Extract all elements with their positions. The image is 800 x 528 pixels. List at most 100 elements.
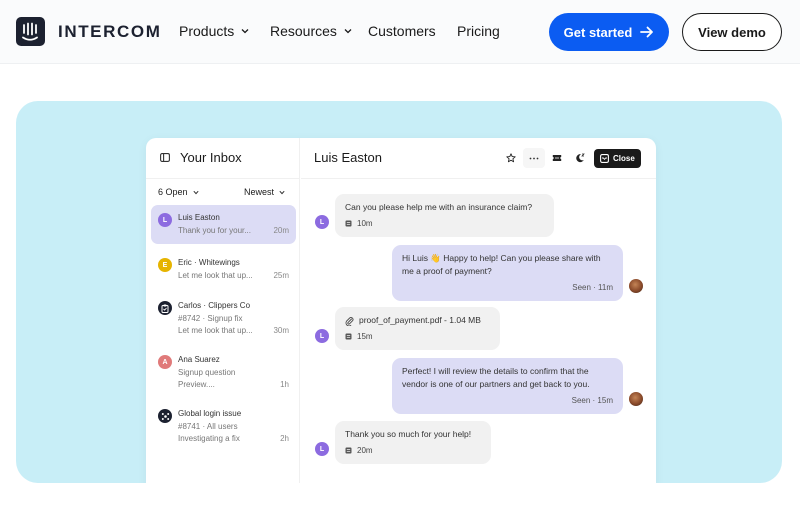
- message-time: 10m: [357, 219, 373, 228]
- user-avatar: L: [315, 215, 329, 229]
- conversation-list: L Luis Easton Thank you for your... 20m …: [151, 205, 296, 455]
- inbox-title: Your Inbox: [180, 150, 242, 165]
- avatar: L: [158, 213, 172, 227]
- sort-label: Newest: [244, 187, 275, 197]
- sort-dropdown[interactable]: Newest: [244, 187, 285, 197]
- chevron-down-icon: [344, 29, 352, 34]
- moon-snooze-icon: [576, 153, 585, 163]
- star-icon: [506, 153, 516, 163]
- more-options-button[interactable]: [523, 148, 545, 168]
- messenger-icon: [345, 220, 352, 227]
- incoming-attachment-message: proof_of_payment.pdf - 1.04 MB 15m: [335, 307, 500, 350]
- conversation-time: 2h: [280, 434, 289, 443]
- conversation-ticket: #8741 · All users: [178, 422, 238, 431]
- divider: [301, 178, 656, 179]
- avatar: A: [158, 355, 172, 369]
- conversation-time: 30m: [273, 326, 289, 335]
- avatar: E: [158, 258, 172, 272]
- inbox-header: Your Inbox: [160, 150, 242, 165]
- message-text: Hi Luis 👋 Happy to help! Can you please …: [402, 253, 601, 276]
- nav-resources[interactable]: Resources: [270, 23, 352, 39]
- nav-pricing-label: Pricing: [457, 23, 500, 39]
- paperclip-icon: [345, 316, 354, 326]
- message-status: Seen · 11m: [572, 283, 613, 292]
- user-avatar: L: [315, 329, 329, 343]
- conversation-preview: Preview....: [178, 380, 215, 389]
- sidebar-toggle-icon[interactable]: [160, 153, 170, 162]
- message-meta: 10m: [345, 217, 544, 230]
- intercom-logo-icon: [16, 17, 45, 46]
- nav-pricing[interactable]: Pricing: [457, 23, 500, 39]
- inbox-card: Your Inbox 6 Open Newest L Luis Easton T…: [146, 138, 656, 483]
- conversation-time: 1h: [280, 380, 289, 389]
- conversation-name: Ana Suarez: [178, 355, 220, 364]
- arrow-right-icon: [640, 26, 654, 38]
- conversation-time: 20m: [273, 226, 289, 235]
- conversation-name: Luis Easton: [178, 213, 220, 222]
- brand-name: INTERCOM: [58, 21, 162, 41]
- network-icon: [158, 409, 172, 423]
- chevron-down-icon: [192, 190, 199, 194]
- divider: [146, 178, 300, 179]
- nav-products[interactable]: Products: [179, 23, 249, 39]
- top-navigation-bar: INTERCOM Products Resources Customers Pr…: [0, 0, 800, 64]
- attachment-link[interactable]: proof_of_payment.pdf - 1.04 MB: [345, 314, 490, 327]
- messenger-icon: [345, 447, 352, 454]
- nav-resources-label: Resources: [270, 23, 337, 39]
- conversation-time: 25m: [273, 271, 289, 280]
- message-text: Thank you so much for your help!: [345, 429, 472, 439]
- outgoing-message: Hi Luis 👋 Happy to help! Can you please …: [392, 245, 623, 301]
- outgoing-message: Perfect! I will review the details to co…: [392, 358, 623, 414]
- message-text: Perfect! I will review the details to co…: [402, 366, 590, 389]
- incoming-message: Thank you so much for your help! 20m: [335, 421, 491, 464]
- conversation-item[interactable]: A Ana Suarez Signup question Preview....…: [151, 347, 296, 395]
- conversation-item[interactable]: L Luis Easton Thank you for your... 20m: [151, 205, 296, 244]
- attachment-name: proof_of_payment.pdf - 1.04 MB: [359, 315, 481, 325]
- status-filter-dropdown[interactable]: 6 Open: [158, 187, 199, 197]
- snooze-button[interactable]: [569, 148, 591, 168]
- conversation-preview: Investigating a fix: [178, 434, 240, 443]
- conversation-toolbar: Close: [500, 148, 641, 168]
- agent-avatar: [629, 392, 643, 406]
- get-started-button[interactable]: Get started: [549, 13, 669, 51]
- messenger-icon: [345, 333, 352, 340]
- nav-products-label: Products: [179, 23, 235, 39]
- inbox-close-icon: [600, 153, 609, 163]
- clipboard-icon: [158, 301, 172, 315]
- close-conversation-button[interactable]: Close: [594, 148, 641, 168]
- conversation-subject: Signup question: [178, 368, 236, 377]
- user-avatar: L: [315, 442, 329, 456]
- hero-panel: Your Inbox 6 Open Newest L Luis Easton T…: [16, 101, 782, 483]
- nav-customers-label: Customers: [368, 23, 436, 39]
- more-horizontal-icon: [529, 157, 539, 159]
- message-status: Seen · 15m: [571, 396, 613, 405]
- get-started-label: Get started: [563, 24, 633, 40]
- message-text: Can you please help me with an insurance…: [345, 202, 533, 212]
- conversation-item[interactable]: Global login issue #8741 · All users Inv…: [151, 401, 296, 449]
- conversation-panel: Luis Easton Close L Can you please help …: [301, 138, 656, 483]
- ticket-button[interactable]: [546, 148, 568, 168]
- status-filter-label: 6 Open: [158, 187, 188, 197]
- intercom-logo[interactable]: INTERCOM: [16, 17, 161, 46]
- contact-name: Luis Easton: [314, 150, 382, 165]
- chevron-down-icon: [241, 29, 249, 34]
- message-meta: 15m: [345, 330, 490, 343]
- message-time: 15m: [357, 332, 373, 341]
- conversation-ticket: #8742 · Signup fix: [178, 314, 243, 323]
- agent-avatar: [629, 279, 643, 293]
- conversation-item[interactable]: E Eric · Whitewings Let me look that up.…: [151, 250, 296, 287]
- conversation-name: Carlos · Clippers Co: [178, 301, 251, 310]
- conversation-name: Global login issue: [178, 409, 242, 418]
- star-button[interactable]: [500, 148, 522, 168]
- nav-customers[interactable]: Customers: [368, 23, 436, 39]
- incoming-message: Can you please help me with an insurance…: [335, 194, 554, 237]
- message-meta: 20m: [345, 444, 481, 457]
- inbox-sidebar: Your Inbox 6 Open Newest L Luis Easton T…: [146, 138, 300, 483]
- chevron-down-icon: [279, 190, 285, 194]
- conversation-item[interactable]: Carlos · Clippers Co #8742 · Signup fix …: [151, 293, 296, 341]
- ticket-icon: [552, 155, 562, 161]
- message-time: 20m: [357, 446, 373, 455]
- view-demo-button[interactable]: View demo: [682, 13, 782, 51]
- view-demo-label: View demo: [698, 24, 766, 40]
- conversation-name: Eric · Whitewings: [178, 258, 240, 267]
